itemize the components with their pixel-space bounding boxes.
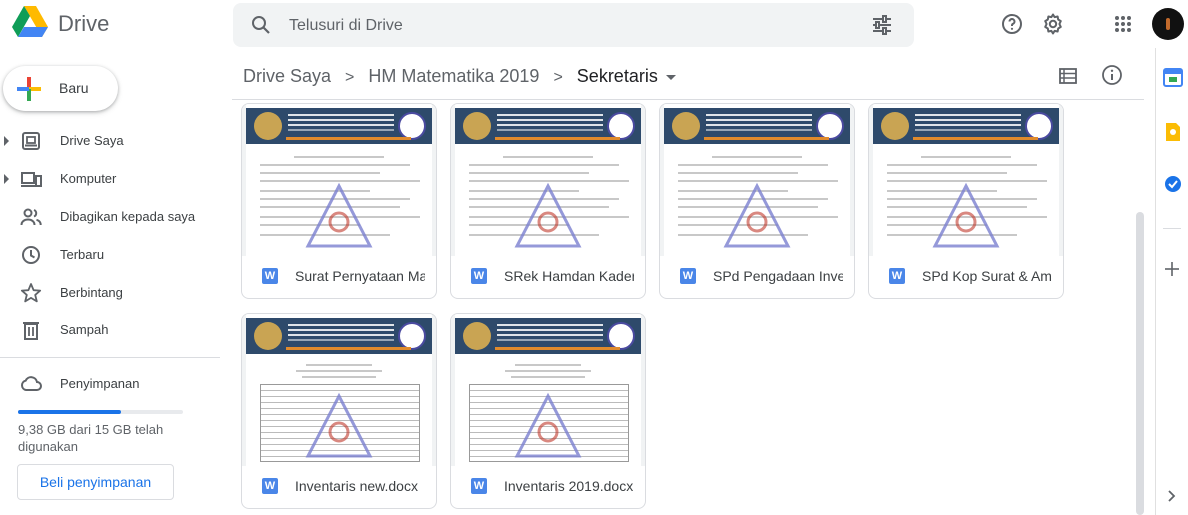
file-card[interactable]: W SPd Pengadaan Inven...: [659, 103, 855, 299]
scrollbar[interactable]: [1136, 212, 1144, 515]
keep-icon[interactable]: [1163, 122, 1183, 142]
file-name: SRek Hamdan Kader ...: [504, 268, 634, 284]
side-panel-separator: [1163, 228, 1181, 229]
computer-icon: [21, 172, 42, 187]
word-doc-icon: W: [471, 268, 487, 284]
sidebar-item-recent[interactable]: Terbaru: [0, 239, 220, 271]
star-icon: [20, 283, 42, 303]
my-drive-icon: [22, 132, 40, 150]
calendar-icon[interactable]: [1163, 67, 1183, 87]
file-card-footer[interactable]: W Inventaris 2019.docx: [451, 466, 645, 508]
add-addon-icon[interactable]: [1163, 260, 1181, 278]
settings-icon[interactable]: [1041, 12, 1065, 36]
trash-icon: [23, 322, 39, 340]
cloud-icon: [21, 376, 42, 391]
search-bar[interactable]: [233, 3, 914, 47]
file-thumbnail[interactable]: [451, 314, 645, 466]
plus-icon: [17, 77, 41, 101]
file-card-footer[interactable]: W Surat Pernyataan Mas...: [242, 256, 436, 298]
storage-label: Penyimpanan: [60, 376, 140, 391]
info-icon[interactable]: [1101, 64, 1123, 86]
file-card-footer[interactable]: W SPd Kop Surat & Ampl...: [869, 256, 1063, 298]
file-name: Inventaris 2019.docx: [504, 478, 634, 494]
file-card[interactable]: W SRek Hamdan Kader ...: [450, 103, 646, 299]
storage-usage-text: 9,38 GB dari 15 GB telah digunakan: [18, 422, 164, 454]
sidebar-item-label: Komputer: [60, 171, 117, 186]
sidebar-item-label: Sampah: [60, 322, 109, 337]
side-panel-divider: [1155, 48, 1156, 515]
breadcrumb-separator: >: [345, 69, 355, 86]
file-thumbnail[interactable]: [869, 104, 1063, 256]
word-doc-icon: W: [262, 268, 278, 284]
sidebar-item-label: Terbaru: [60, 247, 105, 262]
word-doc-icon: W: [889, 268, 905, 284]
file-name: Inventaris new.docx: [295, 478, 418, 494]
file-name: Surat Pernyataan Mas...: [295, 268, 425, 284]
file-name: SPd Pengadaan Inven...: [713, 268, 843, 284]
file-card-footer[interactable]: W Inventaris new.docx: [242, 466, 436, 508]
new-button[interactable]: Baru: [3, 66, 118, 111]
file-thumbnail[interactable]: [242, 104, 436, 256]
file-card-footer[interactable]: W SPd Pengadaan Inven...: [660, 256, 854, 298]
sidebar-item-trash[interactable]: Sampah: [0, 314, 220, 346]
file-thumbnail[interactable]: [242, 314, 436, 466]
breadcrumb-separator: >: [553, 69, 563, 86]
list-view-icon[interactable]: [1058, 66, 1078, 86]
word-doc-icon: W: [262, 478, 278, 494]
sidebar-item-shared-with-me[interactable]: Dibagikan kepada saya: [0, 201, 220, 233]
new-button-label: Baru: [59, 80, 89, 96]
word-doc-icon: W: [680, 268, 696, 284]
file-card[interactable]: W Inventaris 2019.docx: [450, 313, 646, 509]
sidebar-item-label: Drive Saya: [60, 133, 124, 148]
apps-grid-icon[interactable]: [1111, 12, 1135, 36]
clock-icon: [22, 246, 40, 264]
help-icon[interactable]: [1000, 12, 1024, 36]
sidebar-item-label: Dibagikan kepada saya: [60, 209, 196, 224]
drive-logo-icon[interactable]: [12, 6, 48, 38]
shared-icon: [20, 208, 42, 226]
search-input[interactable]: [287, 13, 831, 39]
app-name[interactable]: Drive: [58, 11, 109, 37]
sidebar-divider: [0, 357, 220, 358]
file-thumbnail[interactable]: [451, 104, 645, 256]
file-thumbnail[interactable]: [660, 104, 854, 256]
sidebar-item-label: Berbintang: [60, 285, 123, 300]
folder-menu-chevron-icon[interactable]: [665, 74, 676, 80]
storage-usage-bar: [18, 410, 183, 414]
account-avatar[interactable]: [1152, 8, 1184, 40]
breadcrumb-item[interactable]: HM Matematika 2019: [368, 66, 539, 87]
sidebar-item-starred[interactable]: Berbintang: [0, 277, 220, 309]
top-bar: Drive: [0, 0, 1188, 48]
expand-arrow-icon[interactable]: [4, 174, 9, 184]
content-divider: [232, 99, 1144, 100]
search-icon[interactable]: [251, 15, 271, 35]
file-card[interactable]: W SPd Kop Surat & Ampl...: [868, 103, 1064, 299]
buy-storage-button[interactable]: Beli penyimpanan: [17, 464, 174, 500]
sidebar-item-computers[interactable]: Komputer: [0, 163, 220, 195]
file-card-footer[interactable]: W SRek Hamdan Kader ...: [451, 256, 645, 298]
tasks-icon[interactable]: [1163, 174, 1183, 194]
breadcrumb-current[interactable]: Sekretaris: [577, 66, 658, 87]
expand-arrow-icon[interactable]: [4, 136, 9, 146]
word-doc-icon: W: [471, 478, 487, 494]
file-name: SPd Kop Surat & Ampl...: [922, 268, 1052, 284]
storage-usage-fill: [18, 410, 122, 414]
sidebar-item-storage[interactable]: Penyimpanan: [0, 368, 220, 400]
search-options-icon[interactable]: [871, 14, 893, 36]
breadcrumb-item[interactable]: Drive Saya: [243, 66, 331, 87]
chevron-right-icon[interactable]: [1166, 488, 1178, 504]
sidebar-item-my-drive[interactable]: Drive Saya: [0, 125, 220, 157]
file-card[interactable]: W Inventaris new.docx: [241, 313, 437, 509]
file-card[interactable]: W Surat Pernyataan Mas...: [241, 103, 437, 299]
breadcrumb: Drive Saya > HM Matematika 2019 > Sekretaris: [243, 66, 676, 87]
